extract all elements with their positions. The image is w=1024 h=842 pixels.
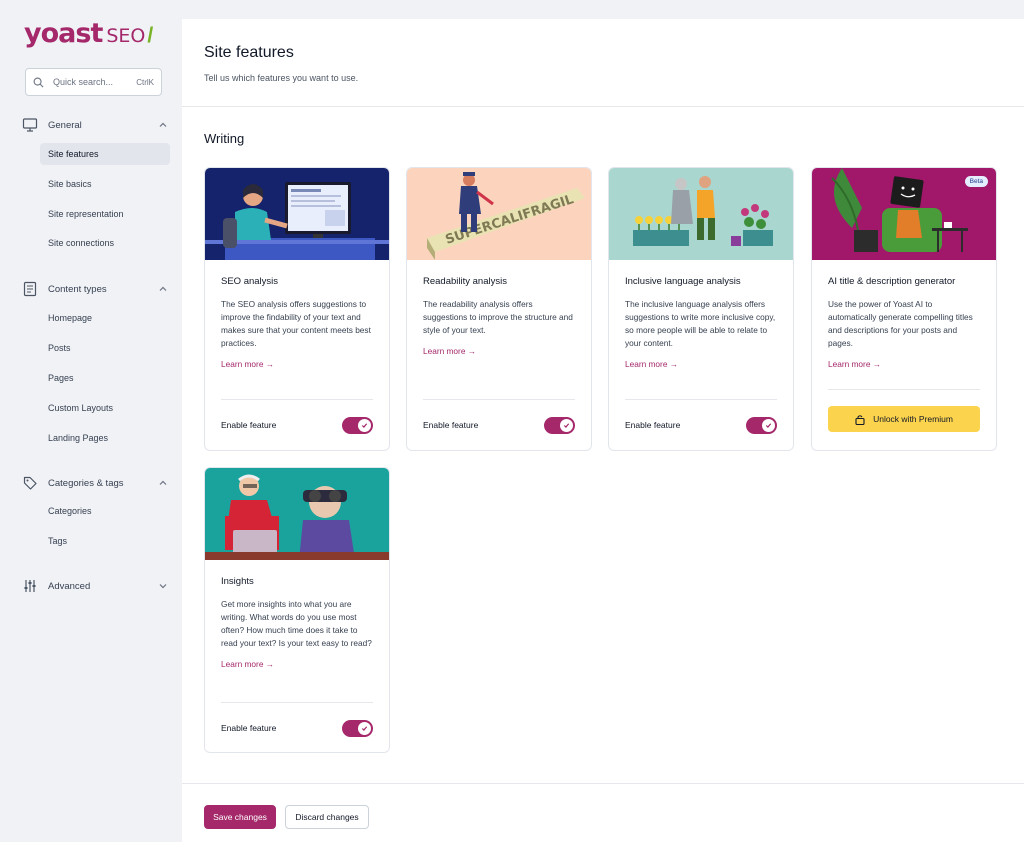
chevron-up-icon — [159, 286, 167, 291]
sidebar-item-categories[interactable]: Categories — [40, 500, 170, 522]
card-description: The SEO analysis offers suggestions to i… — [221, 299, 371, 348]
card-title: Readability analysis — [423, 276, 507, 287]
feature-card-inclusive-language-analysis: Inclusive language analysis The inclusiv… — [608, 167, 794, 451]
logo-wordmark: yoast — [24, 18, 103, 49]
insights-illustration — [205, 468, 389, 560]
feature-card-readability-analysis: SUPERCALIFRAGIL Readability analysis The… — [406, 167, 592, 451]
page-title: Site features — [204, 44, 294, 61]
nav-group-advanced[interactable]: Advanced — [22, 575, 168, 597]
enable-feature-label: Enable feature — [625, 420, 681, 430]
seo-analysis-illustration — [205, 168, 389, 260]
sidebar-item-landing-pages[interactable]: Landing Pages — [40, 427, 170, 449]
nav-group-categories-tags[interactable]: Categories & tags — [22, 472, 168, 494]
feature-card-ai-generator: Beta AI title & description generator Us… — [811, 167, 997, 451]
sidebar-item-site-representation[interactable]: Site representation — [40, 203, 170, 225]
check-icon — [563, 422, 570, 428]
nav-group-label: Content types — [48, 283, 107, 295]
enable-feature-toggle[interactable] — [342, 719, 373, 737]
sidebar-item-pages[interactable]: Pages — [40, 367, 170, 389]
sidebar-item-homepage[interactable]: Homepage — [40, 307, 170, 329]
sidebar-item-site-basics[interactable]: Site basics — [40, 173, 170, 195]
enable-feature-toggle[interactable] — [544, 416, 575, 434]
card-title: Insights — [221, 576, 254, 587]
lock-icon — [855, 414, 865, 425]
sidebar-item-posts[interactable]: Posts — [40, 337, 170, 359]
chevron-up-icon — [159, 480, 167, 485]
nav-group-label: General — [48, 119, 82, 131]
logo-product: SEO — [106, 25, 146, 47]
card-footer: Enable feature — [221, 415, 373, 435]
enable-feature-toggle[interactable] — [342, 416, 373, 434]
nav-group-general[interactable]: General — [22, 114, 168, 136]
sidebar-item-site-features[interactable]: Site features — [40, 143, 170, 165]
card-footer: Enable feature — [625, 415, 777, 435]
search-icon — [33, 77, 44, 87]
unlock-with-premium-button[interactable]: Unlock with Premium — [828, 406, 980, 432]
section-title-writing: Writing — [204, 131, 245, 146]
card-divider — [828, 389, 980, 390]
form-footer: Save changes Discard changes — [182, 784, 1024, 842]
main-panel: Site features Tell us which features you… — [182, 19, 1024, 842]
check-icon — [765, 422, 772, 428]
sliders-icon — [24, 580, 36, 592]
feature-card-seo-analysis: SEO analysis The SEO analysis offers sug… — [204, 167, 390, 451]
quick-search-input[interactable]: Quick search... CtrlK — [25, 68, 162, 96]
learn-more-link[interactable]: Learn more → — [221, 359, 274, 369]
chevron-down-icon — [159, 584, 167, 589]
check-icon — [361, 422, 368, 428]
card-footer: Enable feature — [423, 415, 575, 435]
sidebar-item-tags[interactable]: Tags — [40, 530, 170, 552]
learn-more-link[interactable]: Learn more → — [828, 359, 881, 369]
card-footer: Enable feature — [221, 718, 373, 738]
learn-more-link[interactable]: Learn more → — [221, 659, 274, 669]
enable-feature-label: Enable feature — [221, 420, 277, 430]
page-subtitle: Tell us which features you want to use. — [204, 73, 359, 83]
learn-more-link[interactable]: Learn more → — [625, 359, 678, 369]
card-description: The readability analysis offers suggesti… — [423, 299, 573, 335]
enable-feature-label: Enable feature — [423, 420, 479, 430]
card-description: Use the power of Yoast AI to automatical… — [828, 299, 973, 348]
ai-generator-illustration: Beta — [812, 168, 996, 260]
document-icon — [23, 281, 37, 297]
card-title: AI title & description generator — [828, 276, 956, 287]
card-divider — [423, 399, 575, 400]
card-title: Inclusive language analysis — [625, 276, 741, 287]
enable-feature-label: Enable feature — [221, 723, 277, 733]
unlock-with-premium-label: Unlock with Premium — [873, 414, 953, 424]
yoast-seo-logo[interactable]: yoast SEO / — [24, 18, 153, 50]
check-icon — [361, 725, 368, 731]
card-description: Get more insights into what you are writ… — [221, 599, 372, 648]
learn-more-link[interactable]: Learn more → — [423, 346, 476, 356]
card-description: The inclusive language analysis offers s… — [625, 299, 776, 348]
tag-icon — [23, 476, 37, 490]
search-shortcut: CtrlK — [136, 77, 154, 87]
card-title: SEO analysis — [221, 276, 279, 287]
beta-badge: Beta — [964, 176, 988, 187]
nav-group-content-types[interactable]: Content types — [22, 278, 168, 300]
logo-slash: / — [147, 24, 154, 47]
chevron-up-icon — [159, 122, 167, 127]
nav-group-label: Advanced — [48, 580, 91, 592]
feature-card-insights: Insights Get more insights into what you… — [204, 467, 390, 753]
card-divider — [221, 399, 373, 400]
save-changes-button[interactable]: Save changes — [204, 805, 276, 829]
sidebar: yoast SEO / Quick search... CtrlK Genera… — [0, 0, 182, 842]
sidebar-item-site-connections[interactable]: Site connections — [40, 232, 170, 254]
sidebar-item-custom-layouts[interactable]: Custom Layouts — [40, 397, 170, 419]
discard-changes-button[interactable]: Discard changes — [285, 805, 369, 829]
search-placeholder: Quick search... — [53, 77, 114, 87]
monitor-icon — [22, 118, 38, 132]
page-header: Site features Tell us which features you… — [182, 19, 1024, 107]
inclusive-language-illustration — [609, 168, 793, 260]
enable-feature-toggle[interactable] — [746, 416, 777, 434]
card-divider — [221, 702, 373, 703]
nav-group-label: Categories & tags — [48, 477, 124, 489]
readability-illustration: SUPERCALIFRAGIL — [407, 168, 591, 260]
card-divider — [625, 399, 777, 400]
